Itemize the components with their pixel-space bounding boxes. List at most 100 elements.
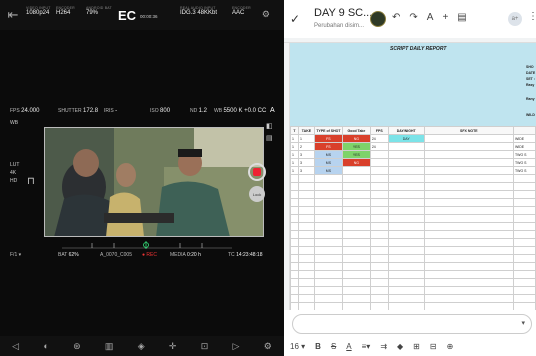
text-format-icon[interactable]: A xyxy=(427,12,434,23)
sheet-grid[interactable]: SCRIPT DAILY REPORT SHO DATE SET : Rasy … xyxy=(284,38,536,310)
back-icon[interactable]: ⇤ xyxy=(4,6,22,24)
frame-icon[interactable]: ⊡ xyxy=(201,341,209,352)
focus-peaking-icon[interactable]: ◈ xyxy=(138,341,145,352)
table-cell[interactable]: MS xyxy=(313,158,343,167)
iris-readout[interactable]: IRIS - xyxy=(104,108,117,114)
column-header-cell[interactable]: FPS xyxy=(369,126,389,135)
merge-icon[interactable]: ⊟ xyxy=(430,342,437,351)
table-cell[interactable] xyxy=(423,142,515,151)
table-cell[interactable]: 1 xyxy=(290,166,299,175)
column-header-cell[interactable] xyxy=(513,126,536,135)
mode-indicator[interactable]: A xyxy=(270,107,275,114)
table-cell[interactable] xyxy=(387,142,425,151)
font-size-selector[interactable]: 16 ▾ xyxy=(290,342,305,351)
text-color-icon[interactable]: A xyxy=(346,342,351,351)
column-header-cell[interactable]: TYPE of SHOT xyxy=(313,126,343,135)
table-cell[interactable]: 24 xyxy=(369,142,389,151)
fill-color-icon[interactable]: ◆ xyxy=(397,342,403,351)
exposure-mode-icon[interactable]: ◐ xyxy=(43,341,48,351)
wb-readout[interactable]: WB 5500 K +0.0 CC xyxy=(214,108,266,114)
table-cell[interactable]: 1 xyxy=(290,134,299,143)
column-header-cell[interactable]: SFX NOTE xyxy=(423,126,515,135)
crosshair-icon[interactable]: ✛ xyxy=(169,341,177,352)
table-cell[interactable] xyxy=(387,158,425,167)
formula-input[interactable]: ▾ xyxy=(292,314,532,334)
video-preview[interactable] xyxy=(44,127,264,237)
table-cell[interactable] xyxy=(387,150,425,159)
table-cell[interactable]: 2 xyxy=(297,142,315,151)
wb-side-label[interactable]: WB xyxy=(10,120,18,126)
table-cell[interactable] xyxy=(369,158,389,167)
document-title[interactable]: DAY 9 SC... xyxy=(314,7,372,19)
table-cell[interactable]: TWO S xyxy=(513,158,536,167)
gear-icon[interactable]: ⚙ xyxy=(264,341,272,352)
wrap-icon[interactable]: ⇉ xyxy=(380,342,387,351)
shutter-readout[interactable]: SHUTTER 172.8 xyxy=(58,108,98,114)
more-icon[interactable]: ⋮ xyxy=(528,11,536,22)
iso-readout[interactable]: ISO 800 xyxy=(150,108,170,114)
table-cell[interactable]: WIDE xyxy=(513,134,536,143)
prev-icon[interactable]: ◁ xyxy=(12,341,19,352)
table-cell[interactable]: 24 xyxy=(369,134,389,143)
bold-icon[interactable]: B xyxy=(315,342,321,351)
lut-side-label[interactable]: LUT xyxy=(10,162,19,168)
lock-button[interactable]: Lock xyxy=(249,186,265,202)
table-cell[interactable]: TWO S xyxy=(513,166,536,175)
table-cell[interactable] xyxy=(423,150,515,159)
add-icon[interactable]: + xyxy=(442,12,448,23)
table-cell[interactable]: NG xyxy=(341,158,371,167)
table-cell[interactable] xyxy=(387,166,425,175)
table-cell[interactable]: 3 xyxy=(297,150,315,159)
play-icon[interactable]: ▷ xyxy=(233,341,240,352)
insert-icon[interactable]: ⊕ xyxy=(447,342,454,351)
table-cell[interactable]: 1 xyxy=(297,134,315,143)
4k-side-label[interactable]: 4K xyxy=(10,170,16,176)
focus-icon[interactable]: ◧ xyxy=(266,122,273,130)
table-cell[interactable]: FS xyxy=(313,134,343,143)
table-cell[interactable]: FS xyxy=(313,142,343,151)
nd-readout[interactable]: ND 1.2 xyxy=(190,108,207,114)
table-cell[interactable] xyxy=(369,150,389,159)
align-icon[interactable]: ≡▾ xyxy=(362,342,371,351)
table-cell[interactable]: 1 xyxy=(290,150,299,159)
lock-icon[interactable]: ⊓ xyxy=(27,176,35,187)
column-header-cell[interactable]: T xyxy=(290,126,299,135)
strikethrough-icon[interactable]: S xyxy=(331,342,336,351)
color-icon[interactable]: ⊛ xyxy=(73,341,81,352)
settings-icon[interactable]: ⚙ xyxy=(262,9,270,20)
table-cell[interactable]: WIDE xyxy=(513,142,536,151)
table-cell[interactable]: NG xyxy=(341,134,371,143)
table-cell[interactable]: 1 xyxy=(290,158,299,167)
comment-icon[interactable]: ▤ xyxy=(457,12,466,23)
borders-icon[interactable]: ⊞ xyxy=(413,342,420,351)
histogram-icon[interactable]: ▥ xyxy=(105,341,114,352)
avatar[interactable] xyxy=(370,11,386,27)
column-header-cell[interactable]: TAKE xyxy=(297,126,315,135)
table-cell[interactable]: MS xyxy=(313,150,343,159)
table-cell[interactable] xyxy=(423,134,515,143)
check-icon[interactable]: ✓ xyxy=(284,12,306,26)
table-cell[interactable] xyxy=(423,158,515,167)
table-cell[interactable] xyxy=(423,166,515,175)
share-button[interactable]: a+ xyxy=(508,12,522,26)
table-cell[interactable]: TWO S xyxy=(513,150,536,159)
table-cell[interactable] xyxy=(341,166,371,175)
column-header-cell[interactable]: Good Take xyxy=(341,126,371,135)
redo-icon[interactable]: ↷ xyxy=(409,12,417,23)
record-button[interactable] xyxy=(248,163,266,181)
chevron-down-icon[interactable]: ▾ xyxy=(521,319,525,327)
f-stop-selector[interactable]: F/1 ▾ xyxy=(10,252,21,258)
table-cell[interactable] xyxy=(369,166,389,175)
hd-side-label[interactable]: HD xyxy=(10,178,17,184)
table-cell[interactable]: 3 xyxy=(297,158,315,167)
column-header-cell[interactable]: DAY/NIGHT xyxy=(387,126,425,135)
fps-readout[interactable]: FPS 24.000 xyxy=(10,108,39,114)
exposure-icon[interactable]: ▤ xyxy=(266,134,273,142)
table-cell[interactable]: 1 xyxy=(290,142,299,151)
table-cell[interactable]: MS xyxy=(313,166,343,175)
table-cell[interactable]: YES xyxy=(341,150,371,159)
undo-icon[interactable]: ↶ xyxy=(392,12,400,23)
table-cell[interactable]: DAY xyxy=(387,134,425,143)
table-cell[interactable]: YES xyxy=(341,142,371,151)
table-cell[interactable]: 3 xyxy=(297,166,315,175)
